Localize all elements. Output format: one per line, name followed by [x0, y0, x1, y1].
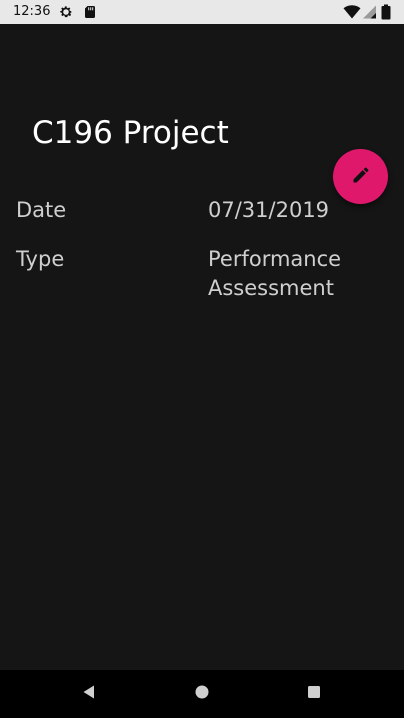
recents-button[interactable] [300, 680, 328, 708]
edit-button[interactable] [333, 149, 388, 204]
page-title: C196 Project [32, 115, 229, 151]
gear-icon [58, 4, 74, 20]
wifi-icon [343, 4, 361, 20]
status-time: 12:36 [13, 4, 51, 19]
sd-card-icon [82, 4, 98, 20]
type-value: Performance Assessment [208, 247, 342, 300]
back-button[interactable] [75, 680, 103, 708]
date-label: Date [16, 198, 67, 222]
home-button[interactable] [188, 680, 216, 708]
status-bar: 12:36 [0, 0, 404, 24]
battery-icon [380, 4, 396, 20]
navigation-bar [0, 670, 404, 718]
pencil-icon [351, 165, 371, 189]
recents-icon [306, 684, 322, 704]
home-icon [194, 684, 210, 704]
screen: 12:36 C196 Project Date 07/31/2019 Type … [0, 0, 404, 718]
signal-icon [362, 4, 378, 20]
back-icon [81, 684, 97, 704]
type-label: Type [16, 247, 65, 271]
